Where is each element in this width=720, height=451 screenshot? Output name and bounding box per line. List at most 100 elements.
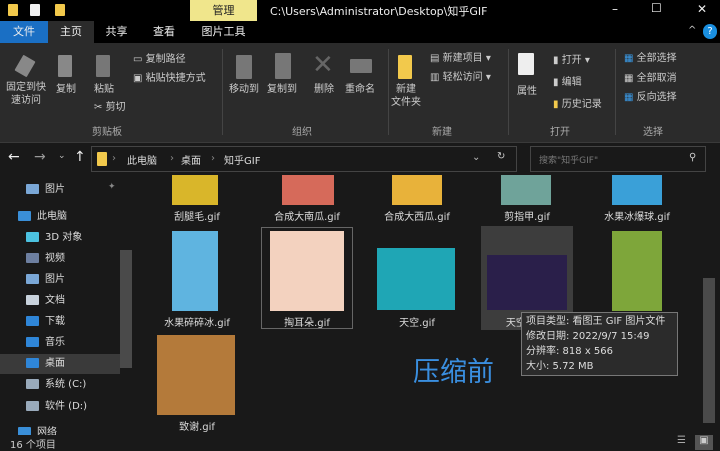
search-icon[interactable]: ⚲ [689,152,696,163]
file-thumbnail[interactable] [487,255,567,310]
close-button[interactable]: ✕ [697,2,707,16]
pin-icon [14,54,36,78]
collapse-ribbon-icon[interactable]: ^ [688,25,696,36]
breadcrumb-folder[interactable]: 知乎GIF [224,152,260,167]
history-label: 历史记录 [561,99,602,110]
file-thumbnail[interactable] [157,335,235,415]
sidebar-item-label: 图片 [45,184,65,195]
sidebar-item-label: 桌面 [45,358,65,369]
sidebar-item[interactable]: 图片 [26,180,65,200]
file-name[interactable]: 致谢.gif [147,418,247,433]
address-bar[interactable]: › 此电脑 › 桌面 › 知乎GIF ⌄ ↻ [91,146,517,172]
file-name[interactable]: 水果碎碎冰.gif [147,314,247,329]
file-thumbnail[interactable] [172,175,218,205]
file-name[interactable]: 合成大南瓜.gif [257,208,357,223]
details-view-button[interactable]: ☰ [677,435,686,446]
file-name[interactable]: 合成大西瓜.gif [367,208,467,223]
sidebar-item[interactable]: 文档 [26,291,65,311]
invert-selection-button[interactable]: ▦ 反向选择 [624,91,677,104]
tab-file[interactable]: 文件 [0,21,48,43]
sidebar-item[interactable]: 3D 对象 [26,228,82,248]
address-dropdown-icon[interactable]: ⌄ [472,152,480,163]
file-thumbnail[interactable] [172,231,218,311]
tab-share[interactable]: 共享 [94,21,139,43]
refresh-icon[interactable]: ↻ [497,151,505,162]
back-button[interactable]: ← [8,149,20,165]
file-name[interactable]: 刮腿毛.gif [147,208,247,223]
select-all-button[interactable]: ▦ 全部选择 [624,52,677,65]
rename-icon [350,59,372,73]
edit-button[interactable]: ▮ 编辑 [553,76,582,89]
copy-path-button[interactable]: ▭ 复制路径 [133,53,186,66]
file-tooltip: 项目类型: 看图王 GIF 图片文件 修改日期: 2022/9/7 15:49 … [521,312,678,376]
paste-button[interactable]: 粘贴 [90,83,118,96]
paste-icon [96,55,110,77]
move-to-icon [236,55,252,79]
maximize-button[interactable]: ☐ [651,1,662,15]
paste-shortcut-label: 粘贴快捷方式 [145,73,206,84]
new-folder-button[interactable]: 新建 文件夹 [390,83,422,109]
file-thumbnail[interactable] [270,231,344,311]
sidebar-item[interactable]: 软件 (D:) [26,397,87,417]
invert-selection-label: 反向选择 [636,92,677,103]
new-folder-icon [398,55,412,79]
minimize-button[interactable]: – [612,2,618,16]
sidebar-item[interactable]: 音乐 [26,333,65,353]
content-scrollbar[interactable] [703,278,715,423]
paste-shortcut-button[interactable]: ▣ 粘贴快捷方式 [133,72,206,85]
up-button[interactable]: ↑ [74,149,86,165]
copy-to-button[interactable]: 复制到 [264,83,300,96]
copy-button[interactable]: 复制 [54,83,78,96]
file-name[interactable]: 水果冰爆球.gif [587,208,687,223]
properties-button[interactable]: 属性 [514,85,540,98]
pin-quick-access-button[interactable]: 固定到快 速访问 [2,81,50,107]
search-placeholder: 搜索"知乎GIF" [539,156,599,166]
move-to-button[interactable]: 移动到 [226,83,262,96]
easy-access-button[interactable]: ▥ 轻松访问 ▾ [430,71,491,84]
sidebar-item-label: 系统 (C:) [45,379,87,390]
help-icon[interactable]: ? [703,24,717,39]
open-button[interactable]: ▮ 打开 ▾ [553,54,590,67]
select-none-button[interactable]: ▦ 全部取消 [624,72,677,85]
delete-button[interactable]: 删除 [312,83,336,96]
new-folder-icon[interactable] [55,4,65,16]
file-name[interactable]: 天空.gif [367,314,467,329]
file-name[interactable]: 掏耳朵.gif [257,314,357,329]
tab-view[interactable]: 查看 [139,21,189,43]
file-thumbnail[interactable] [501,175,551,205]
file-thumbnail[interactable] [612,175,662,205]
sidebar-item-icon [26,184,39,194]
tab-picture-tools[interactable]: 图片工具 [190,21,257,43]
file-thumbnail[interactable] [282,175,334,205]
easy-access-label: 轻松访问 ▾ [442,72,491,83]
file-thumbnail[interactable] [377,248,455,310]
status-bar: 16 个项目 ☰ ▣ [0,435,720,451]
sidebar-item[interactable]: 桌面 [0,354,120,374]
sidebar-scrollbar[interactable] [120,250,132,368]
sidebar-item[interactable]: 此电脑 [18,207,67,227]
sidebar-item[interactable]: 下载 [26,312,65,332]
search-box[interactable]: 搜索"知乎GIF" ⚲ [530,146,706,172]
breadcrumb-desktop[interactable]: 桌面 [181,152,201,167]
sidebar-item-icon [26,295,39,305]
sidebar-item[interactable]: 图片 [26,270,65,290]
cut-button[interactable]: ✂ 剪切 [94,101,134,114]
select-none-label: 全部取消 [636,73,677,84]
new-item-button[interactable]: ▤ 新建项目 ▾ [430,52,491,65]
forward-button[interactable]: → [34,149,46,165]
file-thumbnail[interactable] [612,231,662,311]
breadcrumb-this-pc[interactable]: 此电脑 [127,152,157,167]
rename-button[interactable]: 重命名 [342,83,378,96]
recent-dropdown[interactable]: ⌄ [58,151,66,161]
sidebar-item[interactable]: 视频 [26,249,65,269]
tab-home[interactable]: 主页 [48,21,94,43]
properties-icon[interactable] [30,4,40,16]
file-name[interactable]: 剪指甲.gif [477,208,577,223]
context-tab-manage[interactable]: 管理 [190,0,257,21]
thumbnail-view-button[interactable]: ▣ [695,435,713,450]
history-button[interactable]: ▮ 历史记录 [553,98,602,111]
sidebar-item[interactable]: 系统 (C:) [26,375,86,395]
select-all-label: 全部选择 [636,53,677,64]
sidebar-item-icon [26,274,39,284]
file-thumbnail[interactable] [392,175,442,205]
